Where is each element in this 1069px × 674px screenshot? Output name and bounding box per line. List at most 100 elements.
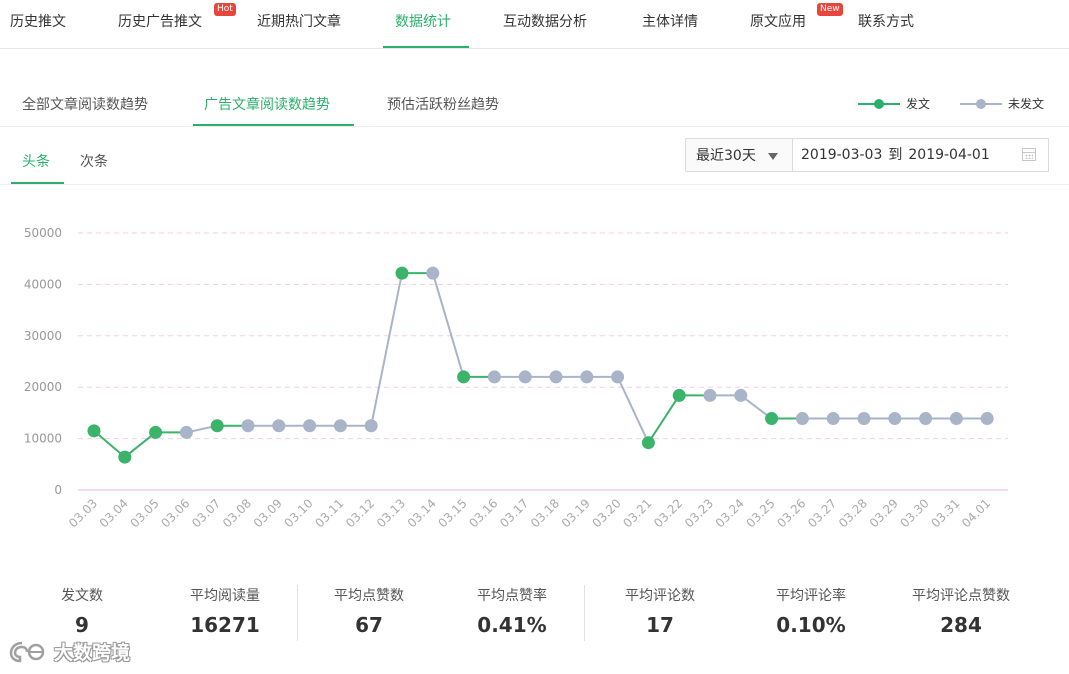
tab-secondary[interactable]: 次条 <box>80 151 108 171</box>
watermark-text: 大数跨境 <box>54 642 131 664</box>
nav-history-ad-posts[interactable]: 历史广告推文 <box>118 0 202 48</box>
ad-read-trend-chart: 0100002000030000400005000003.0303.0403.0… <box>24 226 1008 530</box>
x-tick-label: 03.21 <box>620 496 654 530</box>
data-point <box>980 412 994 426</box>
top-nav: 历史推文 历史广告推文 Hot 近期热门文章 数据统计 互动数据分析 主体详情 … <box>0 0 1069 49</box>
data-point <box>457 370 471 384</box>
nav-interaction-analysis[interactable]: 互动数据分析 <box>503 0 587 48</box>
y-tick-label: 50000 <box>24 226 62 240</box>
series-segment <box>616 376 650 444</box>
data-point <box>118 450 132 464</box>
data-point <box>487 370 501 384</box>
stat-label: 平均点赞率 <box>477 588 547 604</box>
data-point <box>795 412 809 426</box>
tab-headline[interactable]: 头条 <box>22 151 50 171</box>
range-select[interactable]: 最近30天 <box>685 138 793 172</box>
x-tick-label: 03.30 <box>898 496 932 530</box>
nav-recent-hot-articles[interactable]: 近期热门文章 <box>257 0 341 48</box>
y-tick-label: 40000 <box>24 277 62 291</box>
data-point <box>641 436 655 450</box>
x-tick-label: 03.18 <box>528 496 562 530</box>
nav-contact[interactable]: 联系方式 <box>858 0 914 48</box>
x-tick-label: 03.16 <box>466 496 500 530</box>
stats-divider <box>297 585 298 641</box>
legend-not-posted-label: 未发文 <box>1008 97 1045 111</box>
tab-ad-articles-trend[interactable]: 广告文章阅读数趋势 <box>204 94 330 114</box>
x-tick-label: 03.26 <box>774 496 808 530</box>
data-point <box>426 266 440 280</box>
data-point <box>580 370 594 384</box>
data-point <box>518 370 532 384</box>
series-segment <box>647 394 681 444</box>
data-point <box>87 424 101 438</box>
active-position-indicator <box>11 182 64 184</box>
stat-avg-comments: 平均评论数 17 <box>590 585 730 643</box>
date-range-field[interactable]: 2019-03-03 到 2019-04-01 <box>793 138 1049 172</box>
stat-label: 平均评论点赞数 <box>912 588 1010 604</box>
x-tick-label: 03.03 <box>66 496 100 530</box>
nav-original-apps[interactable]: 原文应用 <box>750 0 806 48</box>
stat-avg-comment-likes: 平均评论点赞数 284 <box>891 585 1031 643</box>
date-start: 2019-03-03 <box>801 147 883 163</box>
x-tick-label: 03.15 <box>436 496 470 530</box>
data-point <box>857 412 871 426</box>
new-badge: New <box>817 3 843 16</box>
stat-value: 284 <box>940 613 982 637</box>
legend-not-posted[interactable]: 未发文 <box>960 95 1044 112</box>
data-point <box>395 266 409 280</box>
active-subtab-indicator <box>193 124 354 126</box>
data-point <box>333 419 347 433</box>
calendar-icon[interactable] <box>1022 148 1036 161</box>
stat-avg-comment-rate: 平均评论率 0.10% <box>741 585 881 643</box>
x-tick-label: 03.14 <box>405 496 439 530</box>
stat-value: 0.41% <box>477 613 547 637</box>
legend-posted-label: 发文 <box>906 97 931 111</box>
legend-posted-swatch <box>858 98 900 109</box>
y-tick-label: 30000 <box>24 329 62 343</box>
data-point <box>672 388 686 402</box>
x-tick-label: 03.12 <box>343 496 377 530</box>
caret-down-icon <box>768 153 778 160</box>
legend-posted[interactable]: 发文 <box>858 95 930 112</box>
x-tick-label: 04.01 <box>959 496 993 530</box>
x-tick-label: 03.06 <box>158 496 192 530</box>
nav-data-statistics[interactable]: 数据统计 <box>395 0 451 48</box>
nav-entity-details[interactable]: 主体详情 <box>642 0 698 48</box>
date-separator: 到 <box>888 147 903 163</box>
data-point <box>919 412 933 426</box>
data-point <box>611 370 625 384</box>
stat-label: 平均评论数 <box>625 588 695 604</box>
x-tick-label: 03.04 <box>97 496 131 530</box>
x-tick-label: 03.31 <box>928 496 962 530</box>
tab-active-fans-trend[interactable]: 预估活跃粉丝趋势 <box>387 94 499 114</box>
series-segment <box>370 272 403 426</box>
x-tick-label: 03.23 <box>682 496 716 530</box>
stats-divider <box>584 585 585 641</box>
series-segment <box>431 272 465 378</box>
x-tick-label: 03.22 <box>651 496 685 530</box>
stat-value: 17 <box>646 613 674 637</box>
x-tick-label: 03.29 <box>867 496 901 530</box>
data-point <box>272 419 286 433</box>
stat-value: 67 <box>355 613 383 637</box>
x-tick-label: 03.20 <box>590 496 624 530</box>
x-tick-label: 03.13 <box>374 496 408 530</box>
x-tick-label: 03.11 <box>312 496 346 530</box>
nav-history-posts[interactable]: 历史推文 <box>10 0 66 48</box>
stat-label: 平均阅读量 <box>190 588 260 604</box>
x-tick-label: 03.08 <box>220 496 254 530</box>
active-nav-indicator <box>383 46 469 48</box>
legend-not-posted-swatch <box>960 98 1002 109</box>
data-point <box>179 425 193 439</box>
tab-all-articles-trend[interactable]: 全部文章阅读数趋势 <box>22 94 148 114</box>
data-point <box>734 388 748 402</box>
stat-label: 发文数 <box>61 588 103 604</box>
data-point <box>888 412 902 426</box>
summary-stats: 发文数 9 平均阅读量 16271 平均点赞数 67 平均点赞率 0.41% 平… <box>0 585 1069 645</box>
x-tick-label: 03.05 <box>128 496 162 530</box>
data-point <box>303 419 317 433</box>
watermark: 大数跨境 <box>8 638 130 665</box>
data-point <box>703 388 717 402</box>
stat-value: 0.10% <box>776 613 846 637</box>
data-point <box>364 419 378 433</box>
